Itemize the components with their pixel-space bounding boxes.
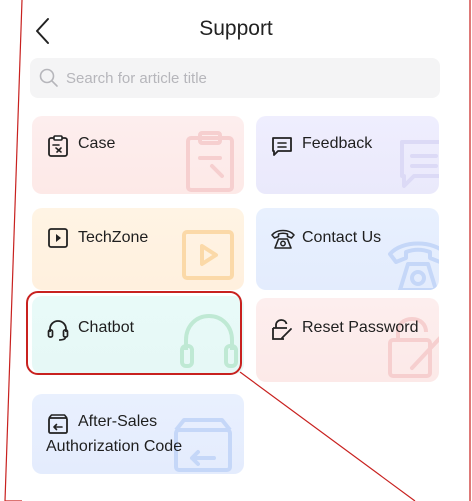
headset-watermark-icon — [180, 313, 238, 368]
telephone-icon — [271, 229, 295, 249]
card-contact-us-label: Contact Us — [302, 229, 382, 246]
telephone-watermark-icon — [388, 241, 439, 290]
search-icon — [39, 68, 58, 87]
card-reset-password[interactable]: Reset Password — [256, 298, 439, 382]
search-bar[interactable] — [30, 58, 440, 98]
headset-icon — [47, 320, 69, 341]
card-case-label: Case — [78, 135, 116, 152]
clipboard-icon — [48, 135, 68, 157]
page-title: Support — [199, 17, 273, 40]
card-after-sales-label-line1: After-Sales — [78, 413, 158, 430]
message-watermark-icon — [400, 140, 439, 188]
card-contact-us[interactable]: Contact Us — [256, 208, 439, 290]
card-case[interactable]: Case — [32, 116, 244, 194]
play-watermark-icon — [182, 230, 234, 280]
play-icon — [48, 228, 68, 248]
card-reset-password-label: Reset Password — [302, 319, 419, 336]
message-icon — [272, 137, 292, 156]
card-after-sales-authorization[interactable]: After-Sales Authorization Code — [32, 394, 244, 474]
card-feedback-label: Feedback — [302, 135, 373, 152]
card-feedback[interactable]: Feedback — [256, 116, 439, 194]
support-page: Support Case Feedback — [0, 0, 472, 501]
search-input[interactable] — [66, 69, 426, 87]
card-chatbot-label: Chatbot — [78, 319, 135, 336]
card-techzone[interactable]: TechZone — [32, 208, 244, 290]
lock-edit-icon — [272, 319, 292, 340]
card-techzone-label: TechZone — [78, 229, 149, 246]
clipboard-watermark-icon — [186, 131, 234, 192]
card-chatbot[interactable]: Chatbot — [32, 296, 244, 374]
card-after-sales-label-line2: Authorization Code — [46, 438, 183, 455]
return-box-icon — [48, 414, 68, 434]
header: Support — [0, 0, 472, 60]
